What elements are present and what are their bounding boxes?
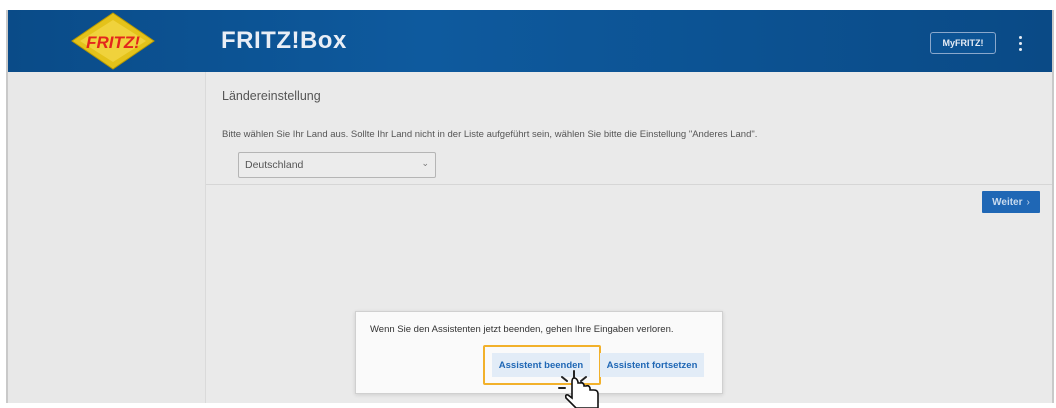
- next-button-label: Weiter: [992, 196, 1023, 208]
- top-bar: FRITZ! FRITZ!Box MyFRITZ!: [8, 10, 1052, 72]
- country-select-value: Deutschland: [245, 159, 304, 171]
- chevron-right-icon: ›: [1026, 196, 1030, 208]
- myfritz-button[interactable]: MyFRITZ!: [930, 32, 996, 54]
- instruction-text: Bitte wählen Sie Ihr Land aus. Sollte Ih…: [222, 129, 758, 140]
- section-divider: [206, 184, 1052, 185]
- product-title: FRITZ!Box: [221, 27, 347, 54]
- next-button[interactable]: Weiter ›: [982, 191, 1040, 213]
- fritz-logo: FRITZ!: [71, 12, 155, 70]
- country-select[interactable]: Deutschland ⌄: [238, 152, 436, 178]
- dialog-message: Wenn Sie den Assistenten jetzt beenden, …: [370, 324, 674, 335]
- confirm-dialog: Wenn Sie den Assistenten jetzt beenden, …: [355, 311, 723, 394]
- page-title: Ländereinstellung: [222, 89, 321, 103]
- hand-cursor-icon: [558, 370, 599, 408]
- more-menu-icon[interactable]: [1013, 32, 1027, 54]
- logo-text: FRITZ!: [86, 33, 140, 52]
- chevron-down-icon: ⌄: [421, 158, 429, 168]
